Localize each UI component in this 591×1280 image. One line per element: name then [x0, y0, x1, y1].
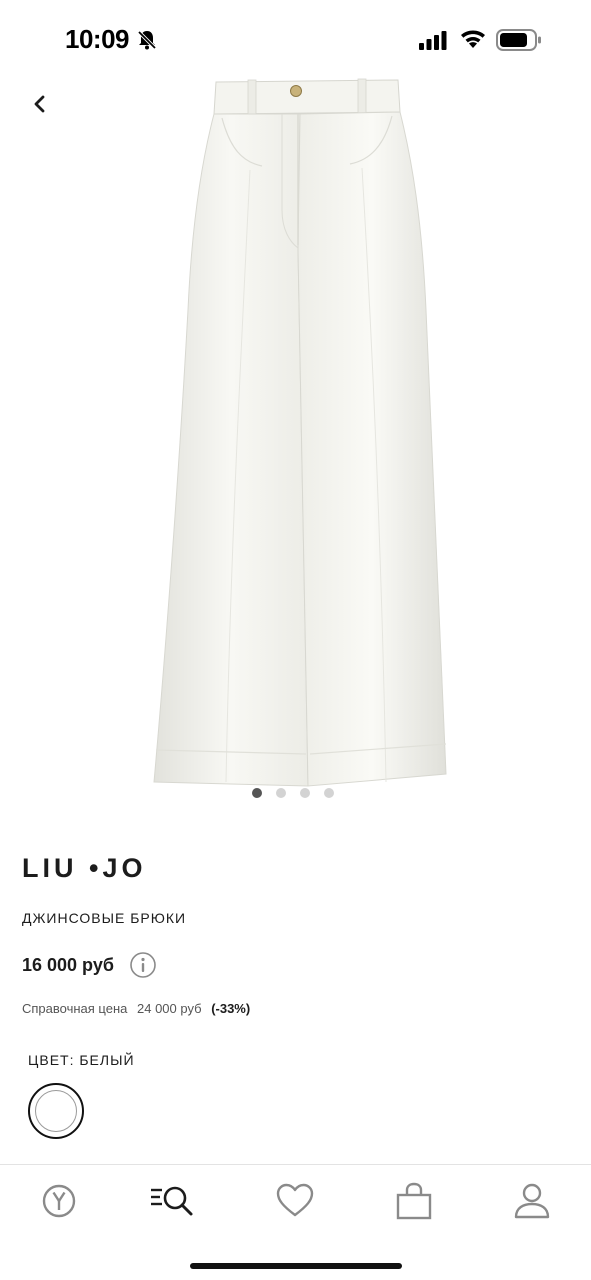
tab-cart[interactable]	[392, 1179, 436, 1223]
carousel-dot-4[interactable]	[324, 788, 334, 798]
home-indicator[interactable]	[190, 1263, 402, 1269]
reference-price-value: 24 000 руб	[137, 1001, 202, 1016]
signal-icon	[419, 31, 447, 50]
wifi-icon	[461, 30, 485, 48]
color-swatch-fill	[35, 1090, 77, 1132]
shopping-bag-icon	[396, 1182, 432, 1220]
tab-home[interactable]	[37, 1179, 81, 1223]
reference-price-label: Справочная цена	[22, 1001, 128, 1016]
discount-badge: (-33%)	[211, 1001, 251, 1016]
carousel-dot-2[interactable]	[276, 788, 286, 798]
heart-icon	[276, 1183, 314, 1217]
reference-price-line: Справочная цена 24 000 руб (-33%)	[22, 1001, 250, 1016]
status-bar: 10:09	[0, 0, 591, 78]
info-icon[interactable]	[129, 951, 157, 979]
chevron-left-icon	[34, 95, 45, 113]
product-category: ДЖИНСОВЫЕ БРЮКИ	[22, 910, 187, 926]
carousel-dot-1[interactable]	[252, 788, 262, 798]
battery-icon	[496, 29, 541, 51]
tab-favorites[interactable]	[273, 1179, 317, 1223]
home-logo-icon	[42, 1184, 76, 1218]
tab-profile[interactable]	[510, 1179, 554, 1223]
status-time: 10:09	[65, 24, 130, 54]
brand-name[interactable]: LIU •JO	[22, 853, 146, 884]
product-image[interactable]	[130, 70, 460, 795]
bell-slash-icon	[137, 30, 157, 50]
back-button[interactable]	[24, 88, 56, 120]
carousel-dot-3[interactable]	[300, 788, 310, 798]
tab-search[interactable]	[150, 1179, 194, 1223]
color-label: ЦВЕТ: БЕЛЫЙ	[28, 1052, 135, 1068]
color-swatch-white[interactable]	[28, 1083, 84, 1139]
search-menu-icon	[151, 1186, 193, 1216]
profile-icon	[514, 1183, 550, 1219]
product-price: 16 000 руб	[22, 955, 114, 975]
image-carousel-dots	[252, 788, 334, 798]
